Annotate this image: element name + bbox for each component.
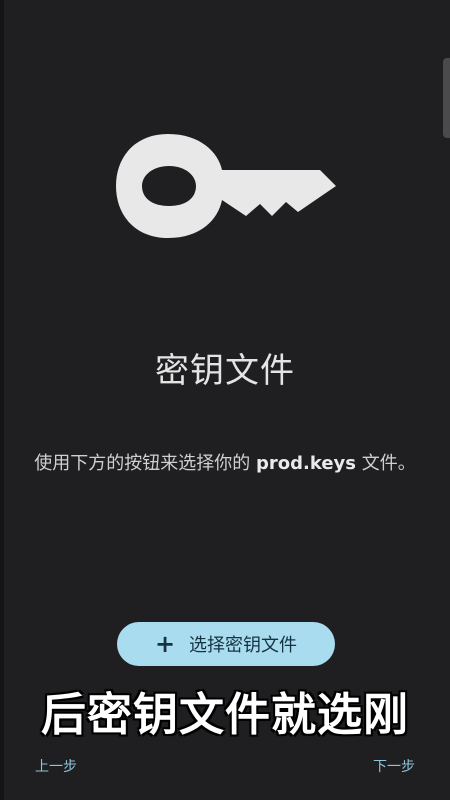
key-icon [116, 134, 336, 238]
description-filename: prod.keys [256, 453, 356, 474]
select-key-file-button[interactable]: + 选择密钥文件 [117, 622, 335, 666]
page-description: 使用下方的按钮来选择你的 prod.keys 文件。 [26, 449, 424, 479]
key-shape [116, 134, 336, 238]
select-key-file-label: 选择密钥文件 [189, 635, 298, 656]
description-text-after: 文件。 [356, 453, 416, 474]
previous-step-button[interactable]: 上一步 [35, 756, 77, 776]
page-title: 密钥文件 [155, 351, 295, 391]
video-subtitle: 后密钥文件就选刚 [40, 687, 409, 741]
description-text-before: 使用下方的按钮来选择你的 [34, 453, 256, 474]
plus-icon: + [154, 630, 176, 658]
key-file-setup-screen: 密钥文件 使用下方的按钮来选择你的 prod.keys 文件。 + 选择密钥文件… [0, 0, 450, 800]
next-step-button[interactable]: 下一步 [373, 756, 415, 776]
scrollbar[interactable] [443, 58, 450, 138]
